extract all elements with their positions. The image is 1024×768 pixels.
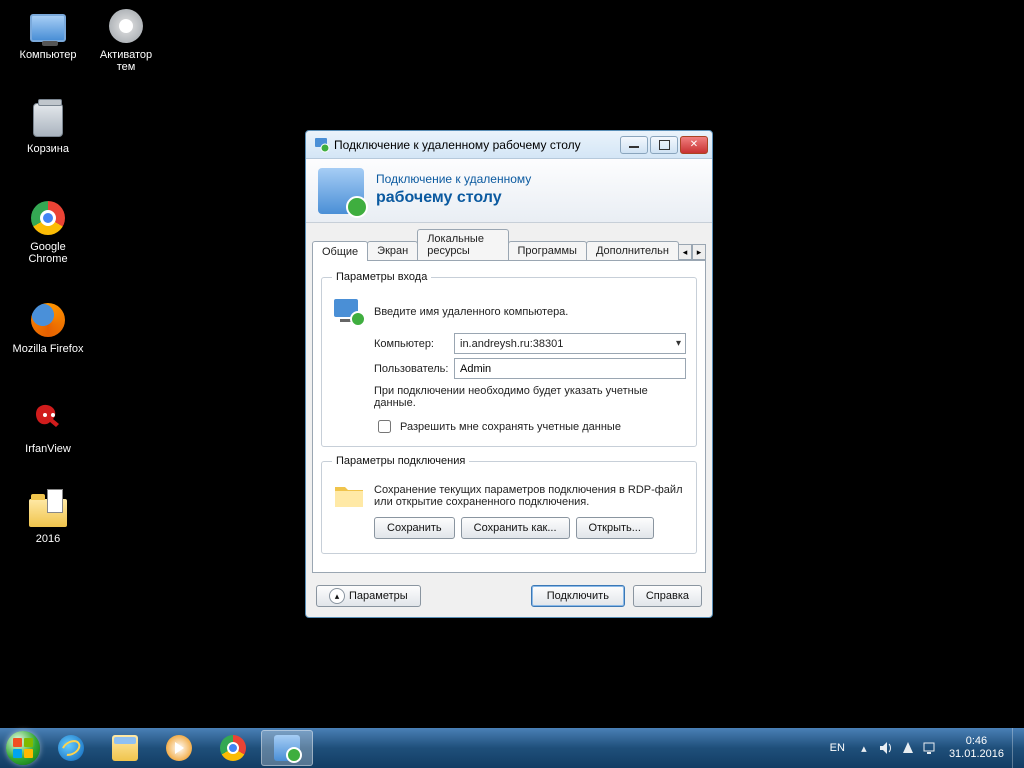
computer-icon bbox=[332, 295, 366, 329]
desktop-icon-firefox[interactable]: Mozilla Firefox bbox=[12, 300, 84, 355]
options-button[interactable]: ▴ Параметры bbox=[316, 585, 421, 607]
user-input[interactable] bbox=[454, 358, 686, 379]
desktop-icon-label: Mozilla Firefox bbox=[13, 343, 84, 355]
user-label: Пользователь: bbox=[374, 363, 454, 375]
taskbar-wmp[interactable] bbox=[153, 730, 205, 766]
computer-icon bbox=[30, 14, 66, 42]
minimize-button[interactable] bbox=[620, 136, 648, 154]
save-button[interactable]: Сохранить bbox=[374, 517, 455, 539]
tab-scroll-left[interactable]: ◂ bbox=[678, 244, 692, 260]
titlebar[interactable]: Подключение к удаленному рабочему столу … bbox=[306, 131, 712, 159]
open-button[interactable]: Открыть... bbox=[576, 517, 654, 539]
show-desktop-button[interactable] bbox=[1012, 728, 1022, 768]
desktop-icon-label: Активатор тем bbox=[100, 49, 152, 73]
desktop-icon-label: Компьютер bbox=[20, 49, 77, 61]
login-group: Параметры входа Введите имя удаленного к… bbox=[321, 271, 697, 447]
desktop-icon-folder-2016[interactable]: 2016 bbox=[12, 490, 84, 545]
system-tray: EN ▴ 0:46 31.01.2016 bbox=[822, 728, 1022, 768]
tab-display[interactable]: Экран bbox=[367, 241, 418, 260]
tab-local-resources[interactable]: Локальные ресурсы bbox=[417, 229, 508, 260]
login-group-title: Параметры входа bbox=[332, 271, 431, 283]
window-title: Подключение к удаленному рабочему столу bbox=[334, 138, 620, 152]
connection-note: Сохранение текущих параметров подключени… bbox=[374, 484, 683, 508]
credentials-note: При подключении необходимо будет указать… bbox=[374, 385, 686, 409]
windows-orb-icon bbox=[6, 731, 40, 765]
rdp-window: Подключение к удаленному рабочему столу … bbox=[305, 130, 713, 618]
media-player-icon bbox=[166, 735, 192, 761]
computer-label: Компьютер: bbox=[374, 338, 454, 350]
login-instr: Введите имя удаленного компьютера. bbox=[374, 306, 568, 318]
tab-advanced[interactable]: Дополнительн bbox=[586, 241, 679, 260]
desktop-icon-label: Корзина bbox=[27, 143, 69, 155]
tab-strip: Общие Экран Локальные ресурсы Программы … bbox=[306, 223, 712, 260]
banner-line1: Подключение к удаленному bbox=[376, 172, 531, 186]
rdp-icon bbox=[274, 735, 300, 761]
desktop-icon-chrome[interactable]: Google Chrome bbox=[12, 198, 84, 265]
close-button[interactable]: ✕ bbox=[680, 136, 708, 154]
network-icon[interactable] bbox=[922, 740, 938, 756]
recycle-bin-icon bbox=[33, 103, 63, 137]
allow-save-label: Разрешить мне сохранять учетные данные bbox=[400, 421, 621, 433]
ie-icon bbox=[58, 735, 84, 761]
tab-programs[interactable]: Программы bbox=[508, 241, 587, 260]
explorer-icon bbox=[112, 735, 138, 761]
clock-date: 31.01.2016 bbox=[949, 748, 1004, 761]
tab-page-general: Параметры входа Введите имя удаленного к… bbox=[312, 260, 706, 573]
computer-combo[interactable]: in.andreysh.ru:38301 bbox=[454, 333, 686, 354]
desktop-icon-computer[interactable]: Компьютер bbox=[12, 6, 84, 61]
speaker-icon[interactable] bbox=[878, 740, 894, 756]
tray-chevron-icon[interactable]: ▴ bbox=[856, 740, 872, 756]
save-as-button[interactable]: Сохранить как... bbox=[461, 517, 570, 539]
taskbar-ie[interactable] bbox=[45, 730, 97, 766]
desktop-icon-label: IrfanView bbox=[25, 443, 71, 455]
desktop-icon-recycle-bin[interactable]: Корзина bbox=[12, 100, 84, 155]
connection-group: Параметры подключения Сохранение текущих… bbox=[321, 455, 697, 554]
chrome-icon bbox=[220, 735, 246, 761]
irfanview-icon bbox=[31, 403, 65, 437]
taskbar-rdp[interactable] bbox=[261, 730, 313, 766]
start-button[interactable] bbox=[2, 730, 44, 766]
allow-save-input[interactable] bbox=[378, 420, 391, 433]
chrome-icon bbox=[31, 201, 65, 235]
taskbar-chrome[interactable] bbox=[207, 730, 259, 766]
folder-icon bbox=[29, 499, 67, 527]
folder-icon bbox=[332, 479, 366, 513]
clock[interactable]: 0:46 31.01.2016 bbox=[941, 735, 1012, 760]
maximize-button[interactable] bbox=[650, 136, 678, 154]
firefox-icon bbox=[31, 303, 65, 337]
tab-general[interactable]: Общие bbox=[312, 241, 368, 261]
language-indicator[interactable]: EN bbox=[822, 742, 853, 754]
taskbar-explorer[interactable] bbox=[99, 730, 151, 766]
rdp-large-icon bbox=[318, 168, 364, 214]
banner-line2: рабочему столу bbox=[376, 189, 502, 206]
clock-time: 0:46 bbox=[949, 735, 1004, 748]
desktop-icon-label: Google Chrome bbox=[28, 241, 67, 265]
taskbar: EN ▴ 0:46 31.01.2016 bbox=[0, 728, 1024, 768]
allow-save-checkbox[interactable]: Разрешить мне сохранять учетные данные bbox=[374, 417, 686, 436]
banner: Подключение к удаленному рабочему столу bbox=[306, 159, 712, 223]
connection-group-title: Параметры подключения bbox=[332, 455, 469, 467]
connect-button[interactable]: Подключить bbox=[531, 585, 625, 607]
action-center-icon[interactable] bbox=[900, 740, 916, 756]
gear-icon bbox=[109, 9, 143, 43]
tab-scroll-right[interactable]: ▸ bbox=[692, 244, 706, 260]
chevron-up-icon: ▴ bbox=[329, 588, 345, 604]
rdp-icon bbox=[314, 137, 330, 153]
desktop-icon-theme-activator[interactable]: Активатор тем bbox=[90, 6, 162, 73]
desktop-icon-label: 2016 bbox=[36, 533, 60, 545]
desktop-icon-irfanview[interactable]: IrfanView bbox=[12, 400, 84, 455]
dialog-footer: ▴ Параметры Подключить Справка bbox=[306, 581, 712, 617]
help-button[interactable]: Справка bbox=[633, 585, 702, 607]
